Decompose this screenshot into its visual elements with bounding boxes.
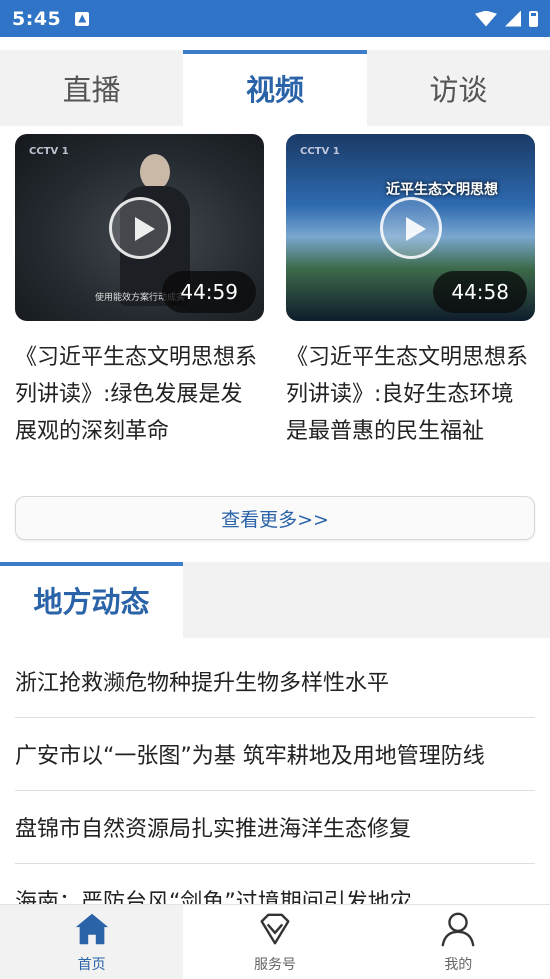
play-icon[interactable]: [108, 196, 171, 259]
user-icon: [441, 912, 475, 947]
video-card[interactable]: CCTV 1 近平生态文明思想 44:58 《习近平生态文明思想系列讲读》:良好…: [286, 134, 535, 450]
stage-title: 近平生态文明思想: [386, 182, 498, 198]
nav-home[interactable]: 首页: [0, 905, 184, 979]
nav-service-label: 服务号: [253, 957, 296, 973]
news-item[interactable]: 盘锦市自然资源局扎实推进海洋生态修复: [15, 791, 535, 864]
nav-home-label: 首页: [77, 957, 106, 973]
news-item[interactable]: 广安市以“一张图”为基 筑牢耕地及用地管理防线: [15, 718, 535, 791]
nav-mine-label: 我的: [444, 957, 473, 973]
nav-mine[interactable]: 我的: [367, 905, 550, 979]
video-card[interactable]: CCTV 1 使用能效方案行动成实 44:59 《习近平生态文明思想系列讲读》:…: [15, 134, 264, 450]
notification-icon: [75, 11, 90, 26]
wifi-icon: [475, 10, 497, 27]
section-header: 地方动态: [0, 562, 550, 638]
battery-icon: [529, 10, 538, 27]
bottom-nav: 首页 服务号 我的: [0, 904, 550, 979]
status-icons: [475, 10, 538, 27]
home-icon: [75, 913, 108, 945]
tab-live[interactable]: 直播: [0, 50, 183, 126]
view-more-button[interactable]: 查看更多>>: [15, 496, 535, 540]
news-list: 浙江抢救濒危物种提升生物多样性水平 广安市以“一张图”为基 筑牢耕地及用地管理防…: [15, 645, 535, 937]
tab-video[interactable]: 视频: [183, 50, 367, 126]
video-list: CCTV 1 使用能效方案行动成实 44:59 《习近平生态文明思想系列讲读》:…: [15, 134, 535, 450]
video-duration: 44:59: [162, 271, 256, 313]
signal-icon: [505, 10, 521, 27]
play-icon[interactable]: [379, 196, 442, 259]
video-title[interactable]: 《习近平生态文明思想系列讲读》:良好生态环境是最普惠的民生福祉: [286, 339, 535, 450]
video-title[interactable]: 《习近平生态文明思想系列讲读》:绿色发展是发展观的深刻革命: [15, 339, 264, 450]
top-tabs: 直播 视频 访谈: [0, 50, 550, 126]
status-time: 5:45: [12, 7, 62, 30]
news-item[interactable]: 浙江抢救濒危物种提升生物多样性水平: [15, 645, 535, 718]
tab-interview[interactable]: 访谈: [367, 50, 550, 126]
video-duration: 44:58: [433, 271, 527, 313]
channel-logo: CCTV 1: [300, 146, 340, 157]
video-thumbnail[interactable]: CCTV 1 近平生态文明思想 44:58: [286, 134, 535, 321]
channel-logo: CCTV 1: [29, 146, 69, 157]
diamond-icon: [260, 913, 290, 945]
video-thumbnail[interactable]: CCTV 1 使用能效方案行动成实 44:59: [15, 134, 264, 321]
nav-service[interactable]: 服务号: [183, 905, 366, 979]
status-bar: 5:45: [0, 0, 550, 37]
tab-local-news[interactable]: 地方动态: [0, 562, 183, 638]
